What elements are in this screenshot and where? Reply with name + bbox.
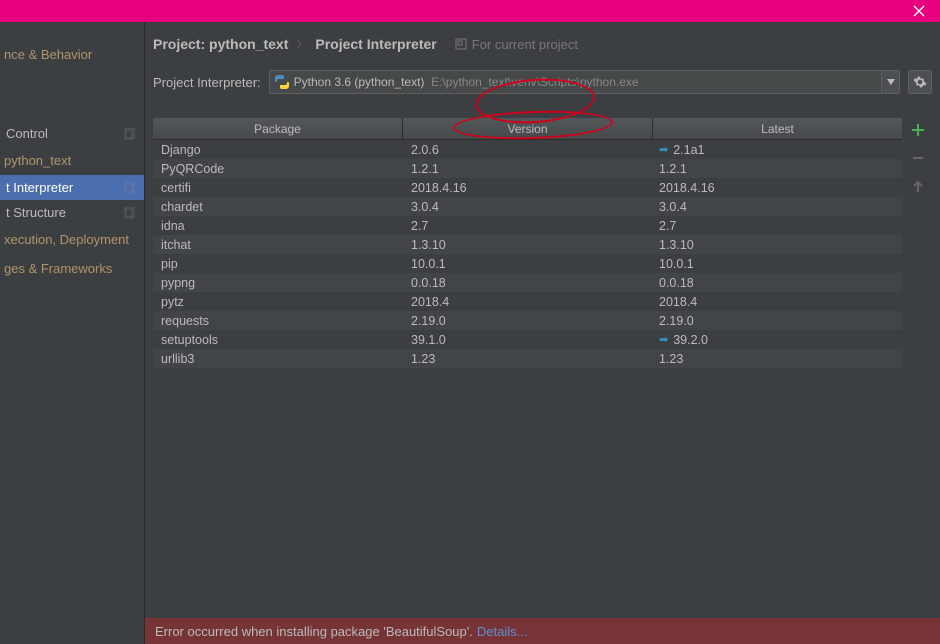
table-row[interactable]: pypng0.0.180.0.18: [153, 273, 902, 292]
cell-version: 10.0.1: [403, 257, 651, 271]
table-row[interactable]: Django2.0.6➡ 2.1a1: [153, 140, 902, 159]
col-latest[interactable]: Latest: [653, 118, 902, 140]
table-row[interactable]: chardet3.0.43.0.4: [153, 197, 902, 216]
cell-latest: 3.0.4: [651, 200, 902, 214]
table-row[interactable]: certifi2018.4.162018.4.16: [153, 178, 902, 197]
sidebar-item-5[interactable]: xecution, Deployment: [0, 225, 144, 254]
cell-package: urllib3: [153, 352, 403, 366]
cell-package: pytz: [153, 295, 403, 309]
table-row[interactable]: pytz2018.42018.4: [153, 292, 902, 311]
status-details-link[interactable]: Details...: [477, 624, 528, 639]
cell-version: 3.0.4: [403, 200, 651, 214]
sidebar-item-6[interactable]: ges & Frameworks: [0, 254, 144, 283]
remove-package-button[interactable]: [908, 148, 928, 168]
chevron-down-icon[interactable]: [881, 71, 899, 93]
cell-latest: 2.7: [651, 219, 902, 233]
table-row[interactable]: idna2.72.7: [153, 216, 902, 235]
table-row[interactable]: pip10.0.110.0.1: [153, 254, 902, 273]
cell-latest: ➡ 39.2.0: [651, 333, 902, 347]
package-actions: [904, 118, 932, 644]
sidebar-item-1[interactable]: Control: [0, 121, 144, 146]
col-package[interactable]: Package: [153, 118, 403, 140]
sidebar-item-4[interactable]: t Structure: [0, 200, 144, 225]
status-error-text: Error occurred when installing package '…: [155, 624, 473, 639]
upgrade-package-button[interactable]: [908, 176, 928, 196]
interpreter-label: Project Interpreter:: [153, 75, 261, 90]
cell-package: pip: [153, 257, 403, 271]
python-icon: [274, 74, 290, 90]
cell-latest: 1.2.1: [651, 162, 902, 176]
for-current-label: For current project: [472, 37, 578, 52]
cell-latest: 10.0.1: [651, 257, 902, 271]
gear-icon: [913, 75, 927, 89]
add-package-button[interactable]: [908, 120, 928, 140]
crumb-interpreter: Project Interpreter: [315, 36, 436, 52]
cell-latest: 1.23: [651, 352, 902, 366]
cell-latest: ➡ 2.1a1: [651, 143, 902, 157]
cell-package: pypng: [153, 276, 403, 290]
cell-version: 2.19.0: [403, 314, 651, 328]
status-bar: Error occurred when installing package '…: [145, 618, 940, 644]
cell-package: Django: [153, 143, 403, 157]
cell-latest: 0.0.18: [651, 276, 902, 290]
plus-icon: [911, 123, 925, 137]
sidebar-item-2: python_text: [0, 146, 144, 175]
crumb-project[interactable]: Project: python_text: [153, 36, 288, 52]
table-row[interactable]: urllib31.231.23: [153, 349, 902, 368]
interpreter-name: Python 3.6 (python_text): [294, 75, 425, 89]
table-row[interactable]: PyQRCode1.2.11.2.1: [153, 159, 902, 178]
settings-sidebar: nce & Behavior Controlpython_textt Interp…: [0, 22, 145, 644]
packages-table: Package Version Latest Django2.0.6➡ 2.1a…: [153, 118, 902, 644]
cell-latest: 2018.4: [651, 295, 902, 309]
cell-package: certifi: [153, 181, 403, 195]
interpreter-selected-text: Python 3.6 (python_text) E:\python_text\…: [294, 75, 639, 89]
cell-version: 1.2.1: [403, 162, 651, 176]
cell-version: 1.3.10: [403, 238, 651, 252]
cell-package: itchat: [153, 238, 403, 252]
cell-package: requests: [153, 314, 403, 328]
cell-package: chardet: [153, 200, 403, 214]
for-current-badge: For current project: [455, 37, 578, 52]
cell-version: 1.23: [403, 352, 651, 366]
cell-version: 2.7: [403, 219, 651, 233]
table-row[interactable]: itchat1.3.101.3.10: [153, 235, 902, 254]
table-header: Package Version Latest: [153, 118, 902, 140]
sidebar-item-3[interactable]: t Interpreter: [0, 175, 144, 200]
cell-version: 2018.4: [403, 295, 651, 309]
col-version[interactable]: Version: [403, 118, 653, 140]
title-bar: [0, 0, 940, 22]
arrow-up-icon: [912, 179, 924, 193]
table-row[interactable]: requests2.19.02.19.0: [153, 311, 902, 330]
cell-package: idna: [153, 219, 403, 233]
sidebar-item-0[interactable]: nce & Behavior: [0, 40, 144, 69]
cell-version: 0.0.18: [403, 276, 651, 290]
minus-icon: [911, 151, 925, 165]
cell-latest: 2018.4.16: [651, 181, 902, 195]
close-button[interactable]: [898, 0, 940, 22]
cell-package: PyQRCode: [153, 162, 403, 176]
cell-version: 2018.4.16: [403, 181, 651, 195]
table-row[interactable]: setuptools39.1.0➡ 39.2.0: [153, 330, 902, 349]
cell-latest: 1.3.10: [651, 238, 902, 252]
interpreter-path: E:\python_text\venv\Scripts\python.exe: [431, 75, 638, 89]
interpreter-dropdown[interactable]: Python 3.6 (python_text) E:\python_text\…: [269, 70, 900, 94]
interpreter-settings-button[interactable]: [908, 70, 932, 94]
cell-version: 39.1.0: [403, 333, 651, 347]
cell-package: setuptools: [153, 333, 403, 347]
cell-version: 2.0.6: [403, 143, 651, 157]
chevron-right-icon: 〉: [296, 36, 307, 52]
cell-latest: 2.19.0: [651, 314, 902, 328]
breadcrumb: Project: python_text 〉 Project Interpret…: [145, 22, 940, 52]
